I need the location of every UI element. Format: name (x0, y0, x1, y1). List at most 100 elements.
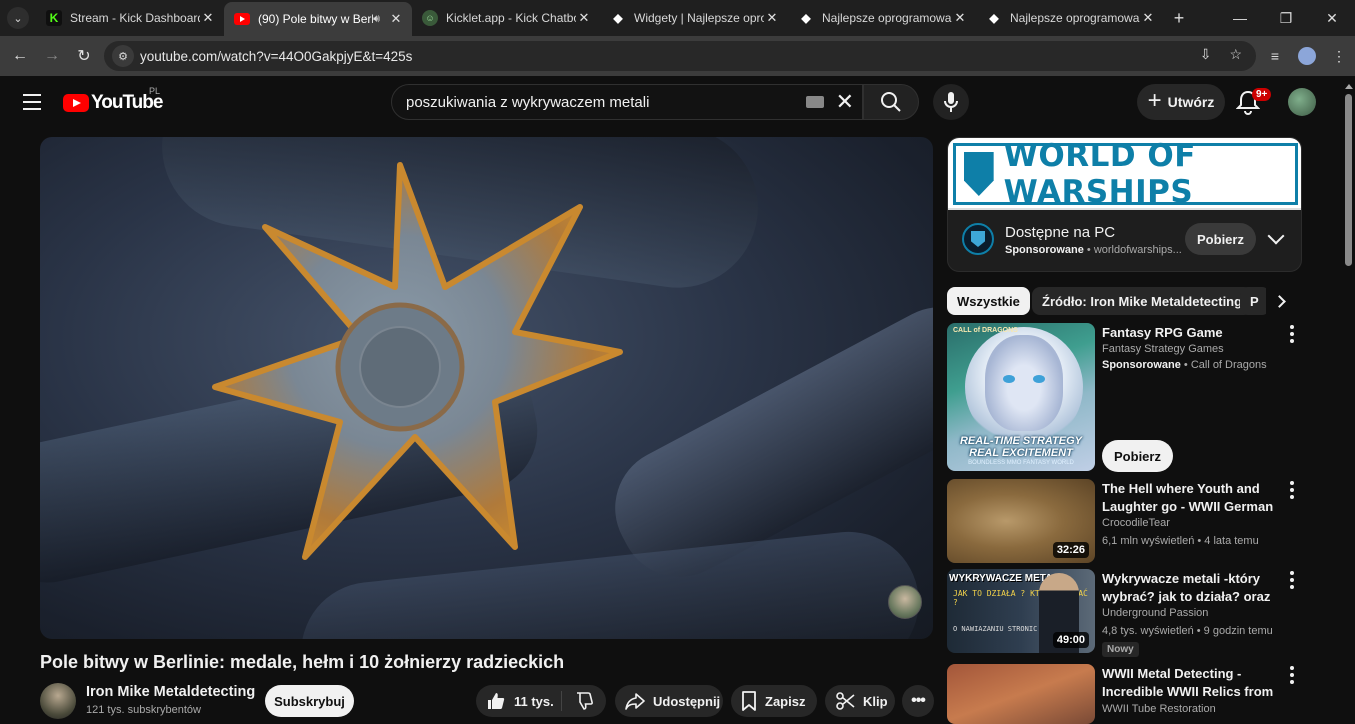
save-button[interactable]: Zapisz (731, 685, 817, 717)
diamond-icon: ◆ (989, 11, 999, 25)
browser-menu-icon[interactable]: ⋮ (1323, 40, 1355, 72)
notification-badge: 9+ (1252, 88, 1272, 101)
search-box[interactable]: poszukiwania z wykrywaczem metali ✕ (391, 84, 863, 120)
media-control-icon[interactable]: ≡ (1259, 40, 1291, 72)
youtube-header: YouTube PL poszukiwania z wykrywaczem me… (0, 76, 1342, 128)
address-bar[interactable]: ⚙ youtube.com/watch?v=44O0GakpjyE&t=425s… (104, 41, 1256, 71)
more-vert-icon[interactable] (1289, 325, 1295, 343)
rec-title[interactable]: WWII Metal Detecting - Incredible WWII R… (1102, 665, 1280, 701)
tab-kick-dashboard[interactable]: K Stream - Kick Dashboard ✕ (36, 0, 224, 36)
dislike-button[interactable] (562, 691, 606, 711)
url-text: youtube.com/watch?v=44O0GakpjyE&t=425s (140, 48, 413, 64)
create-button[interactable]: + Utwórz (1137, 84, 1225, 120)
chip-all[interactable]: Wszystkie (947, 287, 1030, 315)
tab-title: (90) Pole bitwy w Berlinie (258, 12, 374, 26)
youtube-logo[interactable]: YouTube PL (63, 86, 163, 114)
notifications-button[interactable]: 9+ (1235, 88, 1272, 117)
rec-channel[interactable]: CrocodileTear (1102, 517, 1170, 529)
rec-item[interactable]: WWII Metal Detecting - Incredible WWII R… (947, 664, 1302, 724)
new-badge: Nowy (1102, 642, 1139, 657)
close-icon[interactable]: ✕ (576, 10, 592, 26)
profile-avatar[interactable] (1298, 47, 1316, 65)
rec-item[interactable]: 32:26 The Hell where Youth and Laughter … (947, 479, 1302, 563)
channel-watermark[interactable] (888, 585, 922, 619)
clip-label: Klip (863, 693, 888, 709)
subscribe-button[interactable]: Subskrybuj (265, 685, 354, 717)
clip-button[interactable]: Klip (825, 685, 895, 717)
tab-najlepsze-1[interactable]: ◆ Najlepsze oprogramowanie ✕ (788, 0, 976, 36)
more-vert-icon[interactable] (1289, 481, 1295, 499)
rec-title[interactable]: Wykrywacze metali -który wybrać? jak to … (1102, 570, 1280, 606)
close-window-icon[interactable]: ✕ (1309, 0, 1355, 36)
close-icon[interactable]: ✕ (388, 11, 404, 27)
more-actions-button[interactable]: ••• (902, 685, 934, 717)
tab-youtube-video[interactable]: (90) Pole bitwy w Berlinie 🔊︎ ✕ (224, 2, 412, 36)
rec-thumbnail[interactable]: CALL of DRAGONS REAL-TIME STRATEGY REAL E… (947, 323, 1095, 471)
speaker-icon[interactable]: 🔊︎ (373, 13, 380, 26)
ad-download-button[interactable]: Pobierz (1185, 223, 1256, 255)
share-button[interactable]: Udostępnij (615, 685, 723, 717)
rec-item[interactable]: WYKRYWACZE METALI JAK TO DZIAŁA ? KTÓRY … (947, 569, 1302, 659)
rec-title[interactable]: The Hell where Youth and Laughter go - W… (1102, 480, 1280, 516)
video-title: Pole bitwy w Berlinie: medale, hełm i 10… (40, 652, 565, 672)
plus-icon: + (1147, 87, 1162, 114)
rec-thumbnail[interactable]: 32:26 (947, 479, 1095, 563)
more-vert-icon[interactable] (1289, 666, 1295, 684)
scrollbar-thumb[interactable] (1345, 94, 1352, 266)
close-icon[interactable]: ✕ (1140, 10, 1156, 26)
minimize-icon[interactable]: — (1217, 0, 1263, 36)
channel-name[interactable]: Iron Mike Metaldetecting (86, 684, 255, 700)
country-code: PL (149, 86, 161, 96)
account-avatar[interactable] (1288, 88, 1316, 116)
rec-download-button[interactable]: Pobierz (1102, 440, 1173, 472)
advertiser-icon (962, 223, 994, 255)
ad-title: Dostępne na PC (1005, 224, 1116, 241)
forward-button[interactable]: → (36, 40, 68, 72)
rec-thumbnail[interactable]: WYKRYWACZE METALI JAK TO DZIAŁA ? KTÓRY … (947, 569, 1095, 653)
install-app-icon[interactable]: ⇩ (1200, 46, 1212, 63)
clear-search-icon[interactable]: ✕ (836, 89, 854, 115)
reload-button[interactable]: ↻ (68, 40, 100, 72)
restore-icon[interactable]: ❐ (1263, 0, 1309, 36)
shield-icon (964, 152, 994, 196)
rec-item-sponsored[interactable]: CALL of DRAGONS REAL-TIME STRATEGY REAL E… (947, 323, 1302, 473)
voice-search-button[interactable] (933, 84, 969, 120)
chips-next-button[interactable] (1266, 287, 1296, 315)
close-icon[interactable]: ✕ (764, 10, 780, 26)
like-button[interactable]: 11 tys. (476, 691, 562, 711)
tab-najlepsze-2[interactable]: ◆ Najlepsze oprogramowanie ✕ (976, 0, 1164, 36)
site-info-icon[interactable]: ⚙ (112, 45, 134, 67)
sponsored-ad-card[interactable]: WORLD OF WARSHIPS Dostępne na PC Sponsor… (947, 137, 1302, 272)
keyboard-icon[interactable] (806, 96, 824, 108)
rec-channel[interactable]: Underground Passion (1102, 607, 1208, 619)
tab-title: Najlepsze oprogramowanie (1010, 11, 1140, 25)
chip-source-channel[interactable]: Źródło: Iron Mike Metaldetecting (1032, 287, 1253, 315)
menu-icon[interactable] (18, 90, 46, 114)
page-scrollbar[interactable] (1342, 76, 1355, 720)
search-input[interactable]: poszukiwania z wykrywaczem metali (406, 94, 649, 111)
search-button[interactable] (863, 84, 919, 120)
thumbs-down-icon (577, 692, 593, 710)
youtube-icon (234, 11, 250, 27)
new-tab-button[interactable]: + (1164, 8, 1194, 29)
thumb-text: O NAWIAZANIU STRONIC (953, 625, 1038, 633)
close-icon[interactable]: ✕ (200, 10, 216, 26)
share-icon (625, 693, 645, 710)
rec-thumbnail[interactable] (947, 664, 1095, 724)
tab-widgety[interactable]: ◆ Widgety | Najlepsze oprogramowanie ✕ (600, 0, 788, 36)
scissors-icon (836, 692, 855, 710)
more-vert-icon[interactable] (1289, 571, 1295, 589)
back-button[interactable]: ← (4, 40, 36, 72)
tab-search-button[interactable]: ⌄ (0, 0, 36, 36)
bookmark-star-icon[interactable]: ☆ (1229, 46, 1242, 63)
rec-sponsor-line: Sponsorowane • Call of Dragons (1102, 359, 1267, 371)
ad-banner[interactable]: WORLD OF WARSHIPS (948, 138, 1301, 210)
channel-avatar[interactable] (40, 683, 76, 719)
tab-kicklet[interactable]: ☺ Kicklet.app - Kick Chatbot ✕ (412, 0, 600, 36)
scroll-up-icon[interactable] (1345, 84, 1353, 89)
rec-channel[interactable]: WWII Tube Restoration (1102, 703, 1216, 715)
rec-title[interactable]: Fantasy RPG Game (1102, 324, 1280, 342)
close-icon[interactable]: ✕ (952, 10, 968, 26)
chevron-down-icon[interactable] (1267, 227, 1285, 245)
video-player[interactable] (40, 137, 933, 639)
